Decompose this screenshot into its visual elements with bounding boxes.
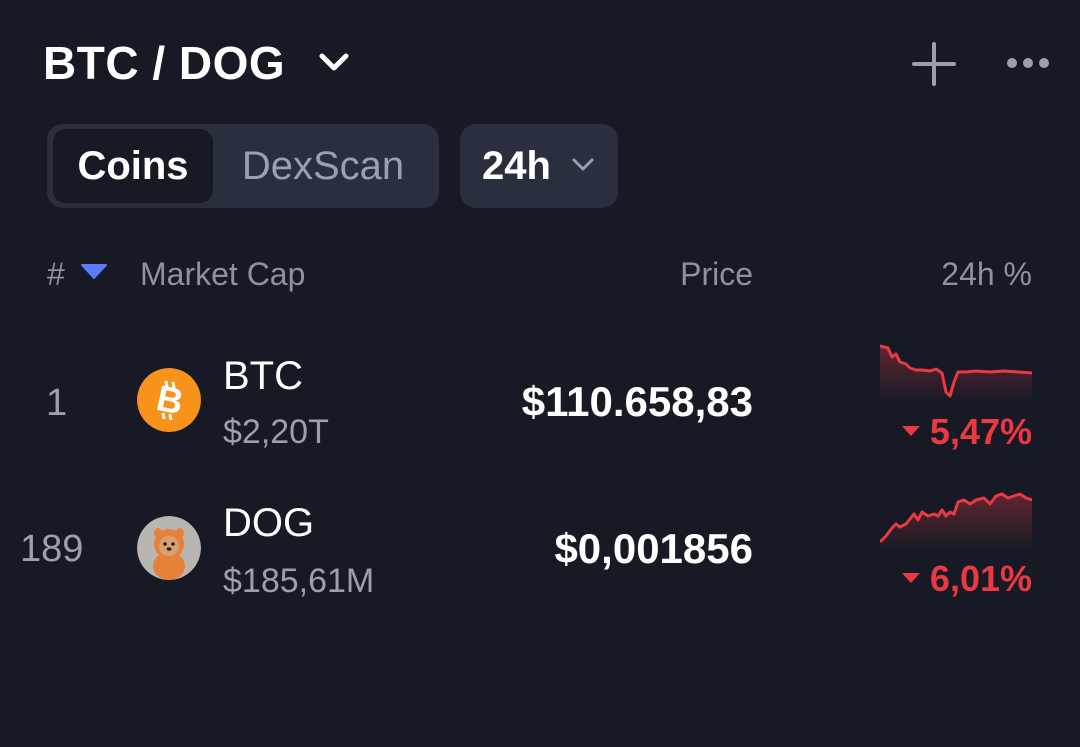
coin-market-cap: $2,20T bbox=[223, 413, 329, 451]
dog-avatar-icon bbox=[137, 516, 201, 580]
coin-price: $0,001856 bbox=[554, 525, 753, 572]
tab-coins[interactable]: Coins bbox=[53, 129, 213, 203]
change-value: 6,01% bbox=[929, 558, 1032, 599]
row-rank: 189 bbox=[20, 528, 84, 570]
chevron-down-icon bbox=[572, 158, 594, 171]
change-percent: 5,47% bbox=[901, 410, 1032, 454]
page-title[interactable]: BTC / DOG bbox=[43, 34, 285, 92]
sparkline-chart bbox=[880, 492, 1032, 550]
down-arrow-icon bbox=[901, 573, 920, 584]
column-header-market-cap[interactable]: Market Cap bbox=[140, 254, 305, 294]
change-value: 5,47% bbox=[929, 411, 1032, 452]
change-percent: 6,01% bbox=[901, 557, 1032, 601]
column-header-24h-change[interactable]: 24h % bbox=[941, 254, 1032, 294]
more-horizontal-icon[interactable] bbox=[1004, 48, 1052, 78]
plus-icon[interactable] bbox=[910, 40, 958, 88]
row-rank: 1 bbox=[46, 382, 68, 424]
column-header-price[interactable]: Price bbox=[680, 254, 753, 294]
sparkline-chart bbox=[880, 344, 1032, 402]
down-arrow-icon bbox=[901, 426, 920, 437]
coin-symbol: DOG bbox=[223, 501, 315, 545]
bitcoin-icon: B bbox=[137, 368, 201, 432]
coin-price: $110.658,83 bbox=[521, 378, 753, 425]
sort-descending-icon[interactable] bbox=[81, 263, 107, 279]
timeframe-value: 24h bbox=[482, 144, 551, 188]
coin-market-cap: $185,61M bbox=[223, 562, 375, 600]
coin-symbol: BTC bbox=[223, 354, 303, 398]
chevron-down-icon[interactable] bbox=[318, 48, 350, 76]
tab-dexscan[interactable]: DexScan bbox=[216, 129, 430, 203]
column-header-rank[interactable]: # bbox=[47, 254, 65, 294]
